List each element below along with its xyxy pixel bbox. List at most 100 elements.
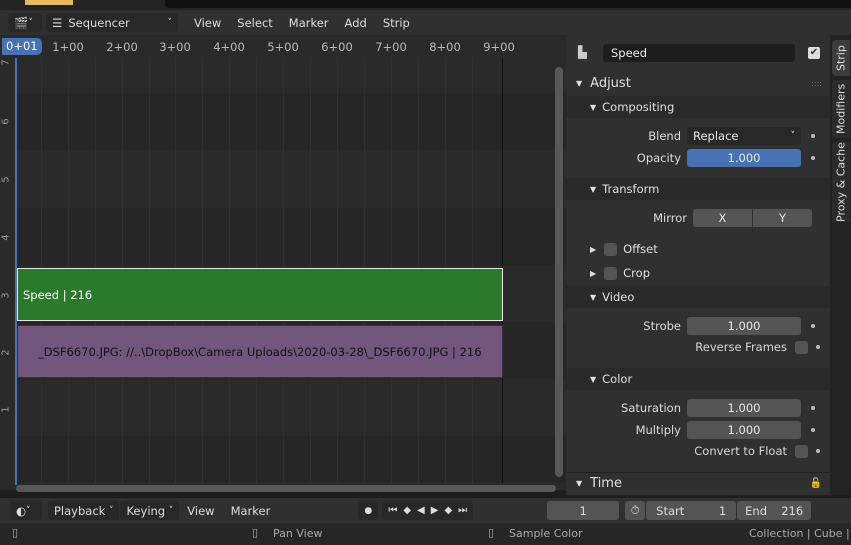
offset-subpanel[interactable]: ▶ Offset <box>566 238 830 260</box>
triangle-right-icon: ▶ <box>590 268 597 278</box>
triangle-right-icon: ▶ <box>590 244 597 254</box>
menu-marker[interactable]: Marker <box>223 504 279 518</box>
next-keyframe-icon[interactable]: ◆ <box>444 505 452 516</box>
time-panel-header[interactable]: ▼ Time 🔓 <box>566 472 830 494</box>
opacity-slider[interactable]: 1.000 <box>687 149 801 167</box>
channel-label: 6 <box>0 118 12 125</box>
status-bar: ▯ ▯ Pan View ▯ Sample Color Collection |… <box>0 523 851 545</box>
mouse-right-icon: ▯ <box>488 526 495 539</box>
clapper-icon: 🎬 <box>14 15 29 30</box>
play-reverse-icon[interactable]: ◀ <box>417 505 425 516</box>
menu-view[interactable]: View <box>179 504 222 518</box>
playback-controls: ⏮ ◆ ◀ ▶ ◆ ⏭ <box>382 501 474 520</box>
saturation-field[interactable]: 1.000 <box>687 399 801 417</box>
channel-label: 4 <box>0 234 12 241</box>
chevron-down-icon: ˅ <box>168 505 174 516</box>
offset-checkbox[interactable] <box>604 242 618 256</box>
prev-keyframe-icon[interactable]: ◆ <box>403 505 411 516</box>
drag-handle-icon[interactable]: :::: <box>811 79 822 88</box>
convert-float-label: Convert to Float <box>694 444 787 458</box>
image-strip[interactable]: _DSF6670.JPG: //..\DropBox\Camera Upload… <box>17 325 503 378</box>
chevron-down-icon: ˅ <box>167 17 173 28</box>
color-header[interactable]: ▼ Color <box>566 368 830 390</box>
compositing-header[interactable]: ▼ Compositing <box>566 96 830 118</box>
triangle-down-icon: ▼ <box>590 374 597 384</box>
channel-band <box>16 93 566 150</box>
end-frame-field[interactable]: End 216 <box>737 501 812 520</box>
menu-select[interactable]: Select <box>229 16 280 30</box>
keyframe-dot[interactable] <box>811 134 815 138</box>
image-strip-icon: ▙ <box>578 45 587 59</box>
keyframe-dot[interactable] <box>816 449 820 453</box>
adjust-panel-header[interactable]: ▼ Adjust:::: <box>566 72 830 94</box>
triangle-down-icon: ▼ <box>590 292 597 302</box>
stopwatch-icon[interactable]: ⏱ <box>625 501 646 520</box>
transform-header[interactable]: ▼ Transform <box>566 178 830 200</box>
ruler-tick: 5+00 <box>267 40 299 54</box>
ruler-tick: 7+00 <box>375 40 407 54</box>
keyframe-dot[interactable] <box>816 345 820 349</box>
triangle-down-icon: ▼ <box>590 184 597 194</box>
upper-area <box>165 0 851 8</box>
keyframe-dot[interactable] <box>811 428 815 432</box>
sequencer-icon: ☰ <box>52 15 63 30</box>
channel-label: 7 <box>0 59 12 66</box>
editor-type-button[interactable]: 🎬 ˅ <box>8 13 42 32</box>
tab-indicator <box>25 0 73 5</box>
play-icon[interactable]: ▶ <box>431 505 439 516</box>
record-button[interactable]: ● <box>358 501 379 520</box>
reverse-frames-label: Reverse Frames <box>695 340 787 354</box>
jump-end-icon[interactable]: ⏭ <box>458 505 467 516</box>
scene-info: Collection | Cube | Ve <box>749 527 851 540</box>
keyframe-dot[interactable] <box>811 324 815 328</box>
triangle-down-icon: ▼ <box>590 102 597 112</box>
start-frame-field[interactable]: Start 1 <box>646 501 737 520</box>
blend-dropdown[interactable]: Replace ˅ <box>687 127 801 145</box>
lock-icon[interactable]: 🔓 <box>810 478 822 489</box>
channel-label: 1 <box>0 406 12 413</box>
keyframe-dot[interactable] <box>811 156 815 160</box>
menu-add[interactable]: Add <box>337 16 375 30</box>
strip-mute-checkbox[interactable]: ✔ <box>808 47 820 59</box>
top-bar <box>0 0 851 10</box>
playback-menu[interactable]: Playback ˅ <box>48 501 120 520</box>
tab-proxy-cache[interactable]: Proxy & Cache <box>832 142 850 222</box>
mirror-y-toggle[interactable]: Y <box>753 209 812 227</box>
clock-icon: ◐ <box>16 503 27 518</box>
jump-start-icon[interactable]: ⏮ <box>388 505 397 516</box>
timeline-header: ◐ ˅ Playback ˅ Keying ˅ View Marker ● ⏮ ◆ ◀… <box>0 498 851 523</box>
channel-label: 2 <box>0 349 12 356</box>
mirror-x-toggle[interactable]: X <box>693 209 752 227</box>
menu-view[interactable]: View <box>186 16 229 30</box>
crop-checkbox[interactable] <box>604 266 618 280</box>
menu-marker[interactable]: Marker <box>281 16 337 30</box>
editor-type-button[interactable]: ◐ ˅ <box>10 501 42 520</box>
ruler-tick: 9+00 <box>483 40 515 54</box>
current-frame-indicator[interactable]: 0+01 <box>2 38 42 55</box>
video-header[interactable]: ▼ Video <box>566 286 830 308</box>
reverse-frames-checkbox[interactable] <box>795 340 808 354</box>
saturation-label: Saturation <box>621 401 681 415</box>
vertical-scrollbar[interactable] <box>555 67 563 477</box>
tab-strip[interactable]: Strip <box>832 40 850 76</box>
strobe-field[interactable]: 1.000 <box>687 317 801 335</box>
keyframe-dot[interactable] <box>811 406 815 410</box>
channel-band <box>16 436 566 483</box>
strip-name-field[interactable]: Speed <box>603 44 795 62</box>
tab-modifiers[interactable]: Modifiers <box>832 80 850 138</box>
horizontal-scrollbar[interactable] <box>16 485 556 492</box>
keying-menu[interactable]: Keying ˅ <box>120 501 180 520</box>
pan-view-hint: Pan View <box>273 527 323 540</box>
multiply-label: Multiply <box>635 423 681 437</box>
crop-subpanel[interactable]: ▶ Crop <box>566 262 830 284</box>
menu-strip[interactable]: Strip <box>375 16 418 30</box>
chevron-down-icon: ˅ <box>26 505 31 516</box>
mouse-middle-icon: ▯ <box>252 526 259 539</box>
chevron-down-icon: ˅ <box>28 17 33 28</box>
timeline-ruler[interactable]: 0+01 1+00 2+00 3+00 4+00 5+00 6+00 7+00 … <box>0 35 566 58</box>
multiply-field[interactable]: 1.000 <box>687 421 801 439</box>
speed-strip[interactable]: Speed | 216 <box>17 268 503 321</box>
current-frame-field[interactable]: 1 <box>547 501 620 520</box>
convert-float-checkbox[interactable] <box>795 444 808 458</box>
view-type-dropdown[interactable]: ☰ Sequencer ˅ <box>46 13 178 32</box>
